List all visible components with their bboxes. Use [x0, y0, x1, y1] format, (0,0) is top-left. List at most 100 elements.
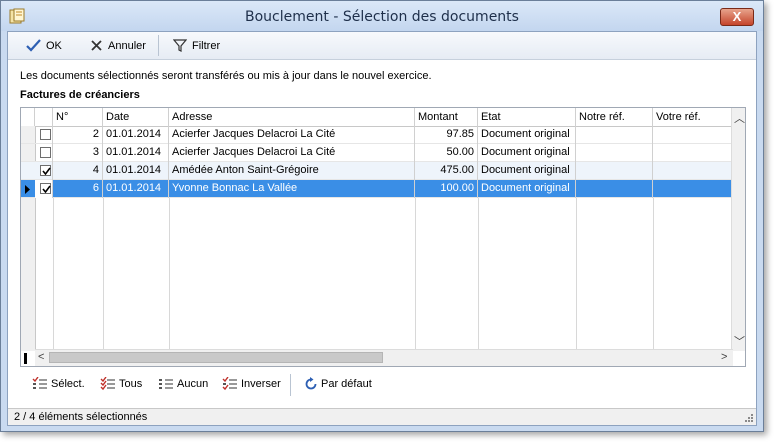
scroll-left-icon[interactable]: < [38, 351, 44, 363]
cell-amount: 50.00 [415, 144, 478, 162]
cell-amount: 97.85 [415, 126, 478, 144]
row-checkbox[interactable] [35, 162, 53, 180]
toolbar-separator [158, 35, 159, 56]
grid-line [415, 198, 416, 351]
cell-state: Document original [478, 162, 576, 180]
toolbar: OK Annuler Filtrer [8, 32, 756, 60]
cell-no: 4 [53, 162, 103, 180]
cell-no: 2 [53, 126, 103, 144]
cell-our-ref [576, 144, 653, 162]
cell-no: 3 [53, 144, 103, 162]
status-text: 2 / 4 éléments sélectionnés [14, 411, 148, 423]
column-header-address[interactable]: Adresse [169, 108, 415, 126]
close-x-icon [91, 40, 102, 51]
table-row[interactable]: 4 01.01.2014 Amédée Anton Saint-Grégoire… [21, 162, 733, 180]
info-text: Les documents sélectionnés seront transf… [20, 70, 432, 82]
checkbox-checked[interactable] [40, 183, 51, 194]
cell-address: Yvonne Bonnac La Vallée [169, 180, 415, 198]
resize-grip-icon[interactable] [744, 413, 754, 423]
selection-actions-bar: Sélect. Tous Aucun Inverser Par défaut [12, 370, 752, 400]
table-row-selected[interactable]: 6 01.01.2014 Yvonne Bonnac La Vallée 100… [21, 180, 733, 198]
select-all-icon [100, 377, 115, 391]
section-title: Factures de créanciers [20, 89, 140, 101]
invert-label: Inverser [241, 378, 281, 390]
cell-date: 01.01.2014 [103, 144, 169, 162]
cell-amount: 100.00 [415, 180, 478, 198]
ok-button[interactable]: OK [26, 36, 62, 55]
scroll-down-icon[interactable]: ﹀ [734, 333, 745, 349]
cell-state: Document original [478, 180, 576, 198]
column-header-date[interactable]: Date [103, 108, 169, 126]
invert-selection-icon [222, 377, 237, 391]
filter-button[interactable]: Filtrer [173, 36, 220, 55]
all-button[interactable]: Tous [100, 377, 142, 391]
filter-icon [173, 39, 187, 52]
row-checkbox[interactable] [35, 144, 53, 162]
cell-state: Document original [478, 126, 576, 144]
resize-marker [24, 353, 27, 364]
column-header-your-ref[interactable]: Votre réf. [653, 108, 733, 126]
default-button[interactable]: Par défaut [304, 377, 372, 391]
cell-state: Document original [478, 144, 576, 162]
select-none-icon [159, 379, 173, 389]
table-row[interactable]: 3 01.01.2014 Acierfer Jacques Delacroi L… [21, 144, 733, 162]
cell-our-ref [576, 126, 653, 144]
scroll-up-icon[interactable]: ︿ [734, 110, 745, 126]
table-row[interactable]: 2 01.01.2014 Acierfer Jacques Delacroi L… [21, 126, 733, 144]
cell-our-ref [576, 180, 653, 198]
grid-line [478, 198, 479, 351]
title-bar: Bouclement - Sélection des documents X [1, 1, 763, 31]
cancel-label: Annuler [108, 39, 146, 52]
cell-no: 6 [53, 180, 103, 198]
select-list-icon [32, 377, 47, 389]
cell-your-ref [653, 144, 733, 162]
checkbox-unchecked[interactable] [40, 147, 51, 158]
status-bar: 2 / 4 éléments sélectionnés [8, 408, 756, 425]
checkbox-unchecked[interactable] [40, 129, 51, 140]
row-checkbox[interactable] [35, 180, 53, 198]
invert-button[interactable]: Inverser [222, 377, 281, 391]
grid-line [653, 198, 654, 351]
refresh-icon [305, 377, 317, 390]
cell-your-ref [653, 126, 733, 144]
client-area: OK Annuler Filtrer Les documents sélecti… [7, 31, 757, 426]
scrollbar-thumb[interactable] [49, 352, 383, 363]
column-header-state[interactable]: Etat [478, 108, 576, 126]
grid-line [53, 198, 54, 351]
checkmark-icon [42, 167, 51, 176]
select-label: Sélect. [51, 378, 85, 390]
current-row-pointer-icon [25, 185, 30, 194]
grid-line [103, 198, 104, 351]
grid-header: N° Date Adresse Montant Etat Notre réf. … [21, 108, 733, 127]
window-title: Bouclement - Sélection des documents [245, 9, 519, 25]
column-header-amount[interactable]: Montant [415, 108, 478, 126]
none-label: Aucun [177, 378, 209, 390]
dialog-window: Bouclement - Sélection des documents X O… [0, 0, 764, 432]
cell-amount: 475.00 [415, 162, 478, 180]
cell-your-ref [653, 162, 733, 180]
ok-label: OK [46, 39, 62, 52]
header-corner [21, 108, 35, 126]
checkmark-icon [42, 185, 51, 194]
checkbox-checked[interactable] [40, 165, 51, 176]
header-check [35, 108, 53, 126]
column-header-our-ref[interactable]: Notre réf. [576, 108, 653, 126]
cell-your-ref [653, 180, 733, 198]
column-header-no[interactable]: N° [53, 108, 103, 126]
scroll-right-icon[interactable]: > [721, 351, 727, 363]
cell-our-ref [576, 162, 653, 180]
vertical-scrollbar[interactable]: ︿ ﹀ [731, 108, 745, 351]
cancel-button[interactable]: Annuler [90, 36, 146, 55]
horizontal-scrollbar[interactable]: < > [35, 349, 733, 366]
cell-date: 01.01.2014 [103, 162, 169, 180]
cell-date: 01.01.2014 [103, 126, 169, 144]
grid-line [576, 198, 577, 351]
close-button[interactable]: X [720, 8, 754, 26]
row-checkbox[interactable] [35, 126, 53, 144]
grid-line [169, 198, 170, 351]
none-button[interactable]: Aucun [158, 377, 208, 391]
all-label: Tous [119, 378, 143, 390]
select-button[interactable]: Sélect. [32, 377, 85, 391]
cell-address: Acierfer Jacques Delacroi La Cité [169, 144, 415, 162]
documents-grid[interactable]: N° Date Adresse Montant Etat Notre réf. … [20, 107, 746, 367]
